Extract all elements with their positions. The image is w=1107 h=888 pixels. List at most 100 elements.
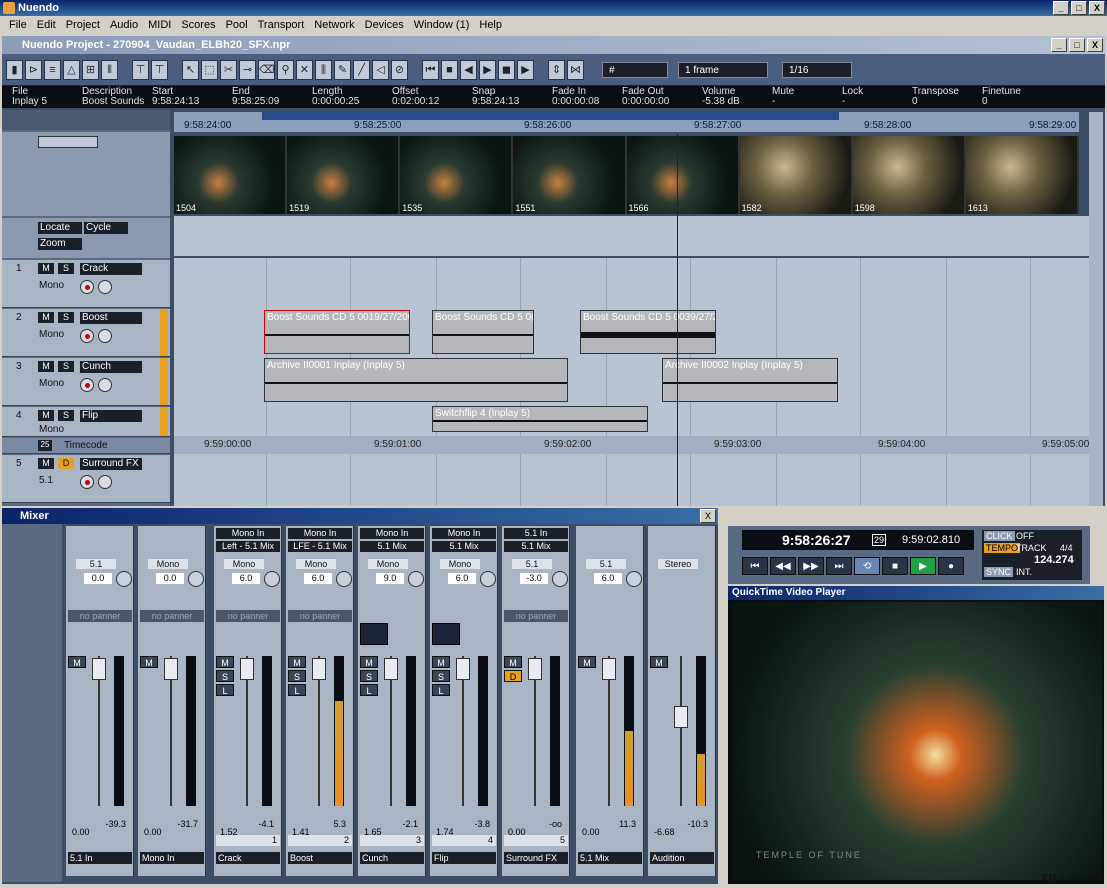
grid-select[interactable]: 1 frame (678, 61, 768, 78)
monitor-icon[interactable] (98, 329, 112, 343)
volume-fader[interactable] (602, 658, 616, 680)
volume-value[interactable]: 0.00 (72, 827, 90, 837)
project-maximize-button[interactable]: □ (1069, 38, 1085, 52)
audio-event[interactable]: Switchflip 4 (Inplay 5) (432, 406, 648, 432)
cycle-dropdown[interactable]: Cycle (84, 222, 128, 234)
folder-button[interactable]: ⊞ (82, 59, 99, 80)
info-volume[interactable]: Volume -5.38 dB (702, 86, 772, 108)
gain-knob[interactable] (480, 571, 496, 587)
track-name[interactable]: Crack (80, 263, 142, 275)
info-start[interactable]: Start 9:58:24:13 (152, 86, 232, 108)
mute-button[interactable]: M (140, 656, 158, 668)
tempo-bpm[interactable]: 124.274 (1034, 554, 1074, 566)
go-to-start-button[interactable]: ⏮ (742, 557, 768, 575)
menu-edit[interactable]: Edit (32, 16, 61, 34)
audio-event[interactable]: Boost Sounds CD 5 0( (432, 310, 534, 354)
volume-fader[interactable] (92, 658, 106, 680)
track-row[interactable]: 4 M S Flip Mono (2, 407, 170, 437)
gain-knob[interactable] (188, 571, 204, 587)
mute-button[interactable]: M (288, 656, 306, 668)
autoscroll-button[interactable]: ⇕ (548, 59, 565, 80)
mute-button[interactable]: M (360, 656, 378, 668)
input-routing[interactable]: Mono In (432, 528, 496, 539)
menu-network[interactable]: Network (309, 16, 359, 34)
volume-fader[interactable] (384, 658, 398, 680)
listen-button[interactable]: L (432, 684, 450, 696)
mute-button[interactable]: M (650, 656, 668, 668)
timecode-track[interactable]: 25 Timecode (2, 438, 170, 454)
volume-fader[interactable] (164, 658, 178, 680)
primary-time-display[interactable]: 9:58:26:27 (782, 532, 851, 548)
audio-event[interactable]: Archive II0002 Inplay (Inplay 5) (662, 358, 838, 402)
video-track-buttons[interactable] (38, 136, 98, 148)
record-enable-icon[interactable] (80, 475, 94, 489)
track-row[interactable]: 3 M S Cunch Mono (2, 358, 170, 406)
transport-record-button[interactable]: ● (938, 557, 964, 575)
track-name[interactable]: Boost (80, 312, 142, 324)
mute-button[interactable]: M (38, 458, 54, 469)
close-button[interactable]: X (1089, 1, 1105, 15)
zoom-tool[interactable]: ⚲ (277, 59, 294, 80)
channel-name[interactable]: Crack (216, 852, 280, 864)
gain-knob[interactable] (116, 571, 132, 587)
menu-transport[interactable]: Transport (253, 16, 310, 34)
monitor-icon[interactable] (98, 475, 112, 489)
menu-scores[interactable]: Scores (176, 16, 220, 34)
solo-defeat-button[interactable]: D (504, 670, 522, 682)
listen-button[interactable]: L (288, 684, 306, 696)
input-gain-value[interactable]: -3.0 (520, 573, 548, 584)
quantize-select[interactable]: 1/16 (782, 61, 852, 78)
info-offset[interactable]: Offset 0:02:00:12 (392, 86, 472, 108)
track-row[interactable]: 5 M D Surround FX 5.1 (2, 455, 170, 503)
input-routing[interactable]: Mono In (216, 528, 280, 539)
volume-fader[interactable] (528, 658, 542, 680)
surround-panner[interactable] (360, 623, 388, 645)
zoom-dropdown[interactable]: Zoom (38, 238, 82, 250)
timewarp-tool[interactable]: ⫼ (315, 59, 332, 80)
info-fade-in[interactable]: Fade In 0:00:00:08 (552, 86, 622, 108)
mute-button[interactable]: M (578, 656, 596, 668)
solo-button[interactable]: S (432, 670, 450, 682)
locate-dropdown[interactable]: Locate (38, 222, 82, 234)
menu-help[interactable]: Help (474, 16, 507, 34)
go-to-end-button[interactable]: ▶ (517, 59, 534, 80)
audio-event[interactable]: Archive II0001 Inplay (Inplay 5) (264, 358, 568, 402)
volume-fader[interactable] (674, 706, 688, 728)
menu-pool[interactable]: Pool (221, 16, 253, 34)
mixer-close-button[interactable]: X (700, 509, 716, 523)
input-routing[interactable]: Mono In (360, 528, 424, 539)
input-gain-value[interactable]: 0.0 (156, 573, 184, 584)
gain-knob[interactable] (264, 571, 280, 587)
channel-name[interactable]: 5.1 In (68, 852, 132, 864)
output-routing[interactable]: 5.1 Mix (504, 541, 568, 552)
stop-button[interactable]: ■ (441, 59, 458, 80)
transport-stop-button[interactable]: ■ (882, 557, 908, 575)
project-minimize-button[interactable]: _ (1051, 38, 1067, 52)
record-enable-icon[interactable] (80, 378, 94, 392)
line-tool[interactable]: ╱ (353, 59, 370, 80)
gain-knob[interactable] (336, 571, 352, 587)
cycle-range-bar[interactable] (262, 112, 839, 120)
range-select-tool[interactable]: ⬚ (201, 59, 218, 80)
audio-event-selected[interactable]: Boost Sounds CD 5 0019/27/200 (264, 310, 410, 354)
info-lock[interactable]: Lock - (842, 86, 912, 108)
cycle-button[interactable]: ◼ (498, 59, 515, 80)
playhead-cursor[interactable] (677, 134, 678, 506)
go-to-end-button[interactable]: ⏭ (826, 557, 852, 575)
input-gain-value[interactable]: 0.0 (84, 573, 112, 584)
volume-fader[interactable] (456, 658, 470, 680)
info-end[interactable]: End 9:58:25:09 (232, 86, 312, 108)
mute-button[interactable]: M (38, 312, 54, 323)
volume-value[interactable]: -6.68 (654, 827, 675, 837)
solo-button[interactable]: S (216, 670, 234, 682)
rewind-button[interactable]: ◀ (460, 59, 477, 80)
surround-panner[interactable] (432, 623, 460, 645)
inspector-toggle-button[interactable]: ▮ (6, 59, 23, 80)
input-routing[interactable]: Mono In (288, 528, 352, 539)
draw-tool[interactable]: ✎ (334, 59, 351, 80)
mixer-toggle-button[interactable]: ⫴ (101, 59, 118, 80)
info-mute[interactable]: Mute - (772, 86, 842, 108)
tempo-button[interactable]: TEMPO (984, 543, 1021, 553)
menu-devices[interactable]: Devices (360, 16, 409, 34)
arrange-area[interactable]: Boost Sounds CD 5 0019/27/200 Boost Soun… (174, 134, 1089, 506)
